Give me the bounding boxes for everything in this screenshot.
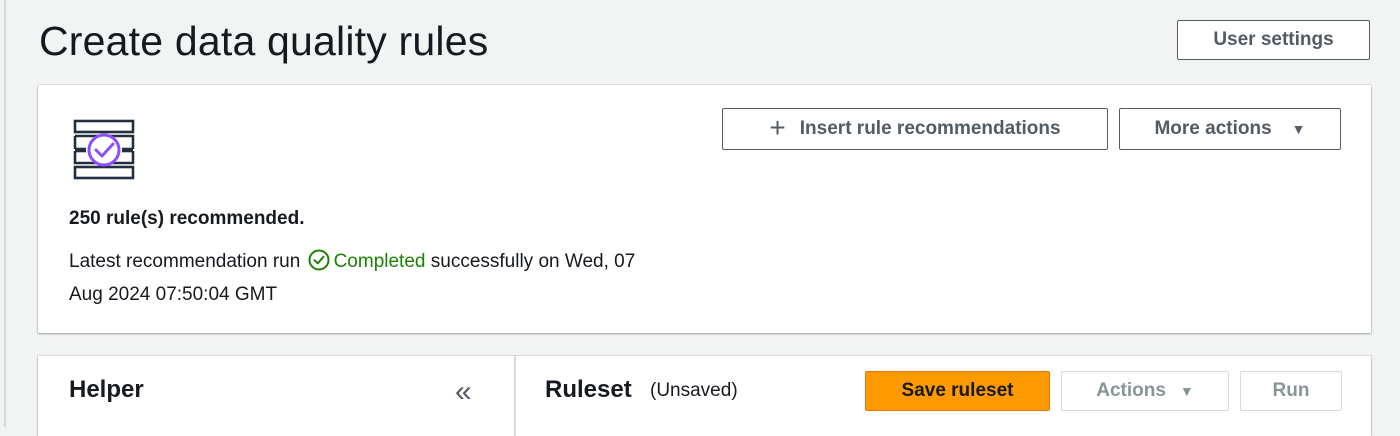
collapse-icon[interactable]: « bbox=[455, 377, 472, 407]
status-date: Aug 2024 07:50:04 GMT bbox=[69, 284, 278, 305]
ruleset-check-icon bbox=[73, 119, 135, 180]
caret-down-icon: ▼ bbox=[1291, 121, 1306, 137]
insert-rule-recommendations-button[interactable]: + Insert rule recommendations bbox=[722, 108, 1108, 150]
actions-button[interactable]: Actions ▼ bbox=[1061, 371, 1229, 411]
ruleset-save-state: (Unsaved) bbox=[650, 380, 738, 401]
recommendation-run-status: Latest recommendation run Completed succ… bbox=[69, 245, 749, 311]
status-suffix: successfully on Wed, 07 bbox=[430, 251, 636, 272]
page-edge-divider bbox=[4, 0, 6, 427]
recommended-rule-count: 250 rule(s) recommended. bbox=[69, 208, 305, 229]
success-check-icon bbox=[308, 249, 330, 271]
caret-down-icon: ▼ bbox=[1179, 383, 1194, 399]
insert-rule-recommendations-label: Insert rule recommendations bbox=[799, 118, 1061, 139]
actions-label: Actions bbox=[1096, 380, 1166, 401]
helper-panel: Helper « bbox=[38, 356, 515, 436]
page-title: Create data quality rules bbox=[39, 18, 489, 64]
helper-title: Helper bbox=[69, 376, 144, 403]
status-badge: Completed bbox=[333, 251, 426, 272]
recommendations-panel: + Insert rule recommendations More actio… bbox=[38, 85, 1371, 333]
user-settings-button[interactable]: User settings bbox=[1177, 20, 1370, 60]
more-actions-button[interactable]: More actions ▼ bbox=[1119, 108, 1341, 150]
run-button[interactable]: Run bbox=[1240, 371, 1342, 411]
ruleset-panel: Ruleset (Unsaved) Save ruleset Actions ▼… bbox=[515, 356, 1371, 436]
save-ruleset-button[interactable]: Save ruleset bbox=[865, 371, 1050, 411]
more-actions-label: More actions bbox=[1154, 118, 1272, 139]
status-prefix: Latest recommendation run bbox=[69, 251, 301, 272]
ruleset-title: Ruleset bbox=[545, 376, 632, 403]
plus-icon: + bbox=[769, 111, 786, 143]
